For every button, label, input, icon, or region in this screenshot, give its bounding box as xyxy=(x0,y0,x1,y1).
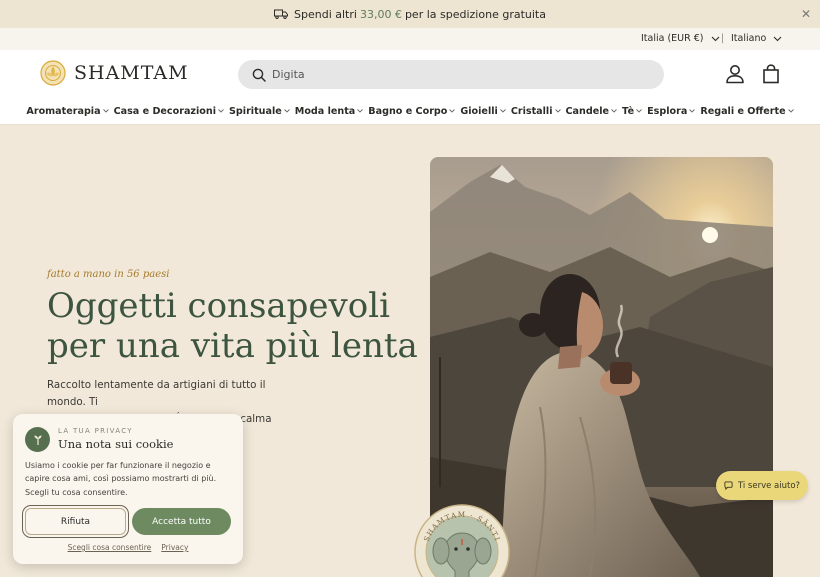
nav-label: Cristalli xyxy=(510,105,553,117)
chat-bubble-icon xyxy=(724,481,733,490)
hero-subtitle-line-1: Raccolto lentamente da artigiani di tutt… xyxy=(47,379,266,408)
chevron-down-icon xyxy=(611,109,617,113)
nav-item-cristalli[interactable]: Cristalli xyxy=(511,106,561,117)
nav-item-moda-lenta[interactable]: Moda lenta xyxy=(295,106,364,117)
nav-item-te[interactable]: Tè xyxy=(622,106,642,117)
nav-label: Esplora xyxy=(647,105,688,117)
currency-label: Italia (EUR €) xyxy=(641,33,704,44)
cookie-kicker: LA TUA PRIVACY xyxy=(58,427,133,435)
chevron-down-icon xyxy=(499,109,506,113)
nav-label: Bagno e Corpo xyxy=(368,105,448,117)
announcement-bar: Spendi altri 33,00 € per la spedizione g… xyxy=(0,0,820,28)
accept-all-cookies-button[interactable]: Accetta tutto xyxy=(132,508,231,535)
nav-item-spirituale[interactable]: Spirituale xyxy=(229,106,290,117)
chevron-down-icon xyxy=(283,109,290,113)
nav-label: Casa e Decorazioni xyxy=(113,105,216,117)
choose-cookies-link[interactable]: Scegli cosa consentire xyxy=(68,543,152,552)
currency-selector[interactable]: Italia (EUR €) xyxy=(641,33,720,44)
cookie-title: Una nota sui cookie xyxy=(58,437,174,451)
nav-label: Candele xyxy=(565,105,610,117)
nav-item-gioielli[interactable]: Gioielli xyxy=(460,105,506,117)
shopping-bag-icon[interactable] xyxy=(762,64,780,84)
nav-label: Tè xyxy=(622,105,635,117)
hero-eyebrow: fatto a mano in 56 paesi xyxy=(47,269,170,280)
nav-item-casa-decorazioni[interactable]: Casa e Decorazioni xyxy=(114,106,224,117)
help-chat-button[interactable]: Ti serve aiuto? xyxy=(716,471,808,500)
nav-label: Moda lenta xyxy=(294,105,356,117)
locale-separator: | xyxy=(721,33,725,44)
locale-bar: Italia (EUR €) | Italiano xyxy=(0,28,820,50)
logo[interactable]: SHAMTAM xyxy=(40,60,189,86)
cookie-body-line-2: capire cosa ami, così possiamo mostrarti… xyxy=(25,474,217,484)
nav-item-esplora[interactable]: Esplora xyxy=(647,105,696,117)
main-nav: Aromaterapia Casa e Decorazioni Spiritua… xyxy=(0,98,820,125)
hero-headline: Oggetti consapevoli per una vita più len… xyxy=(47,286,427,366)
nav-item-aromaterapia[interactable]: Aromaterapia xyxy=(26,105,109,117)
cookie-consent-card: LA TUA PRIVACY Una nota sui cookie Usiam… xyxy=(13,414,243,564)
cookie-body-line-3: Scegli tu cosa consentire. xyxy=(25,487,128,497)
nav-label: Regali e Offerte xyxy=(700,105,786,117)
seal-badge: SHAMTAM · ŚĀNTI xyxy=(414,504,510,577)
hero-headline-line-2: per una vita più lenta xyxy=(47,326,418,366)
search-input[interactable] xyxy=(272,68,642,81)
chevron-down-icon xyxy=(218,109,224,113)
help-label: Ti serve aiuto? xyxy=(737,480,801,491)
search-bar[interactable] xyxy=(238,60,664,89)
account-icon[interactable] xyxy=(725,64,745,84)
truck-icon xyxy=(274,9,289,19)
language-label: Italiano xyxy=(731,33,767,44)
nav-item-bagno-corpo[interactable]: Bagno e Corpo xyxy=(368,105,456,117)
chevron-down-icon xyxy=(449,109,456,113)
announcement-prefix: Spendi altri xyxy=(294,7,357,21)
announcement-amount: 33,00 € xyxy=(359,7,402,21)
logo-text: SHAMTAM xyxy=(74,62,189,84)
lotus-logo-icon xyxy=(40,60,66,86)
chevron-down-icon xyxy=(773,36,782,41)
chevron-down-icon xyxy=(787,109,794,113)
cookie-emblem xyxy=(25,427,50,452)
chevron-down-icon xyxy=(357,109,364,113)
cookie-links: Scegli cosa consentire Privacy xyxy=(13,543,243,552)
close-icon[interactable]: ✕ xyxy=(801,7,811,21)
language-selector[interactable]: Italiano xyxy=(731,33,782,44)
chevron-down-icon xyxy=(689,109,696,113)
nav-item-regali-offerte[interactable]: Regali e Offerte xyxy=(700,105,794,117)
chevron-down-icon xyxy=(102,109,109,113)
nav-label: Aromaterapia xyxy=(26,105,101,117)
sprout-icon xyxy=(34,435,41,445)
cookie-body: Usiamo i cookie per far funzionare il ne… xyxy=(25,459,230,499)
hero-headline-line-1: Oggetti consapevoli xyxy=(47,286,390,326)
cookie-body-line-1: Usiamo i cookie per far funzionare il ne… xyxy=(25,461,211,470)
announcement-suffix: per la spedizione gratuita xyxy=(404,7,546,21)
nav-label: Gioielli xyxy=(460,105,498,117)
search-icon xyxy=(252,68,266,82)
privacy-link[interactable]: Privacy xyxy=(161,543,188,552)
nav-item-candele[interactable]: Candele xyxy=(566,106,618,117)
chevron-down-icon xyxy=(636,109,642,113)
chevron-down-icon xyxy=(554,109,561,113)
chevron-down-icon xyxy=(711,36,719,41)
nav-label: Spirituale xyxy=(229,105,282,117)
site-header: SHAMTAM xyxy=(0,50,820,98)
reject-cookies-button[interactable]: Rifiuta xyxy=(25,508,126,535)
